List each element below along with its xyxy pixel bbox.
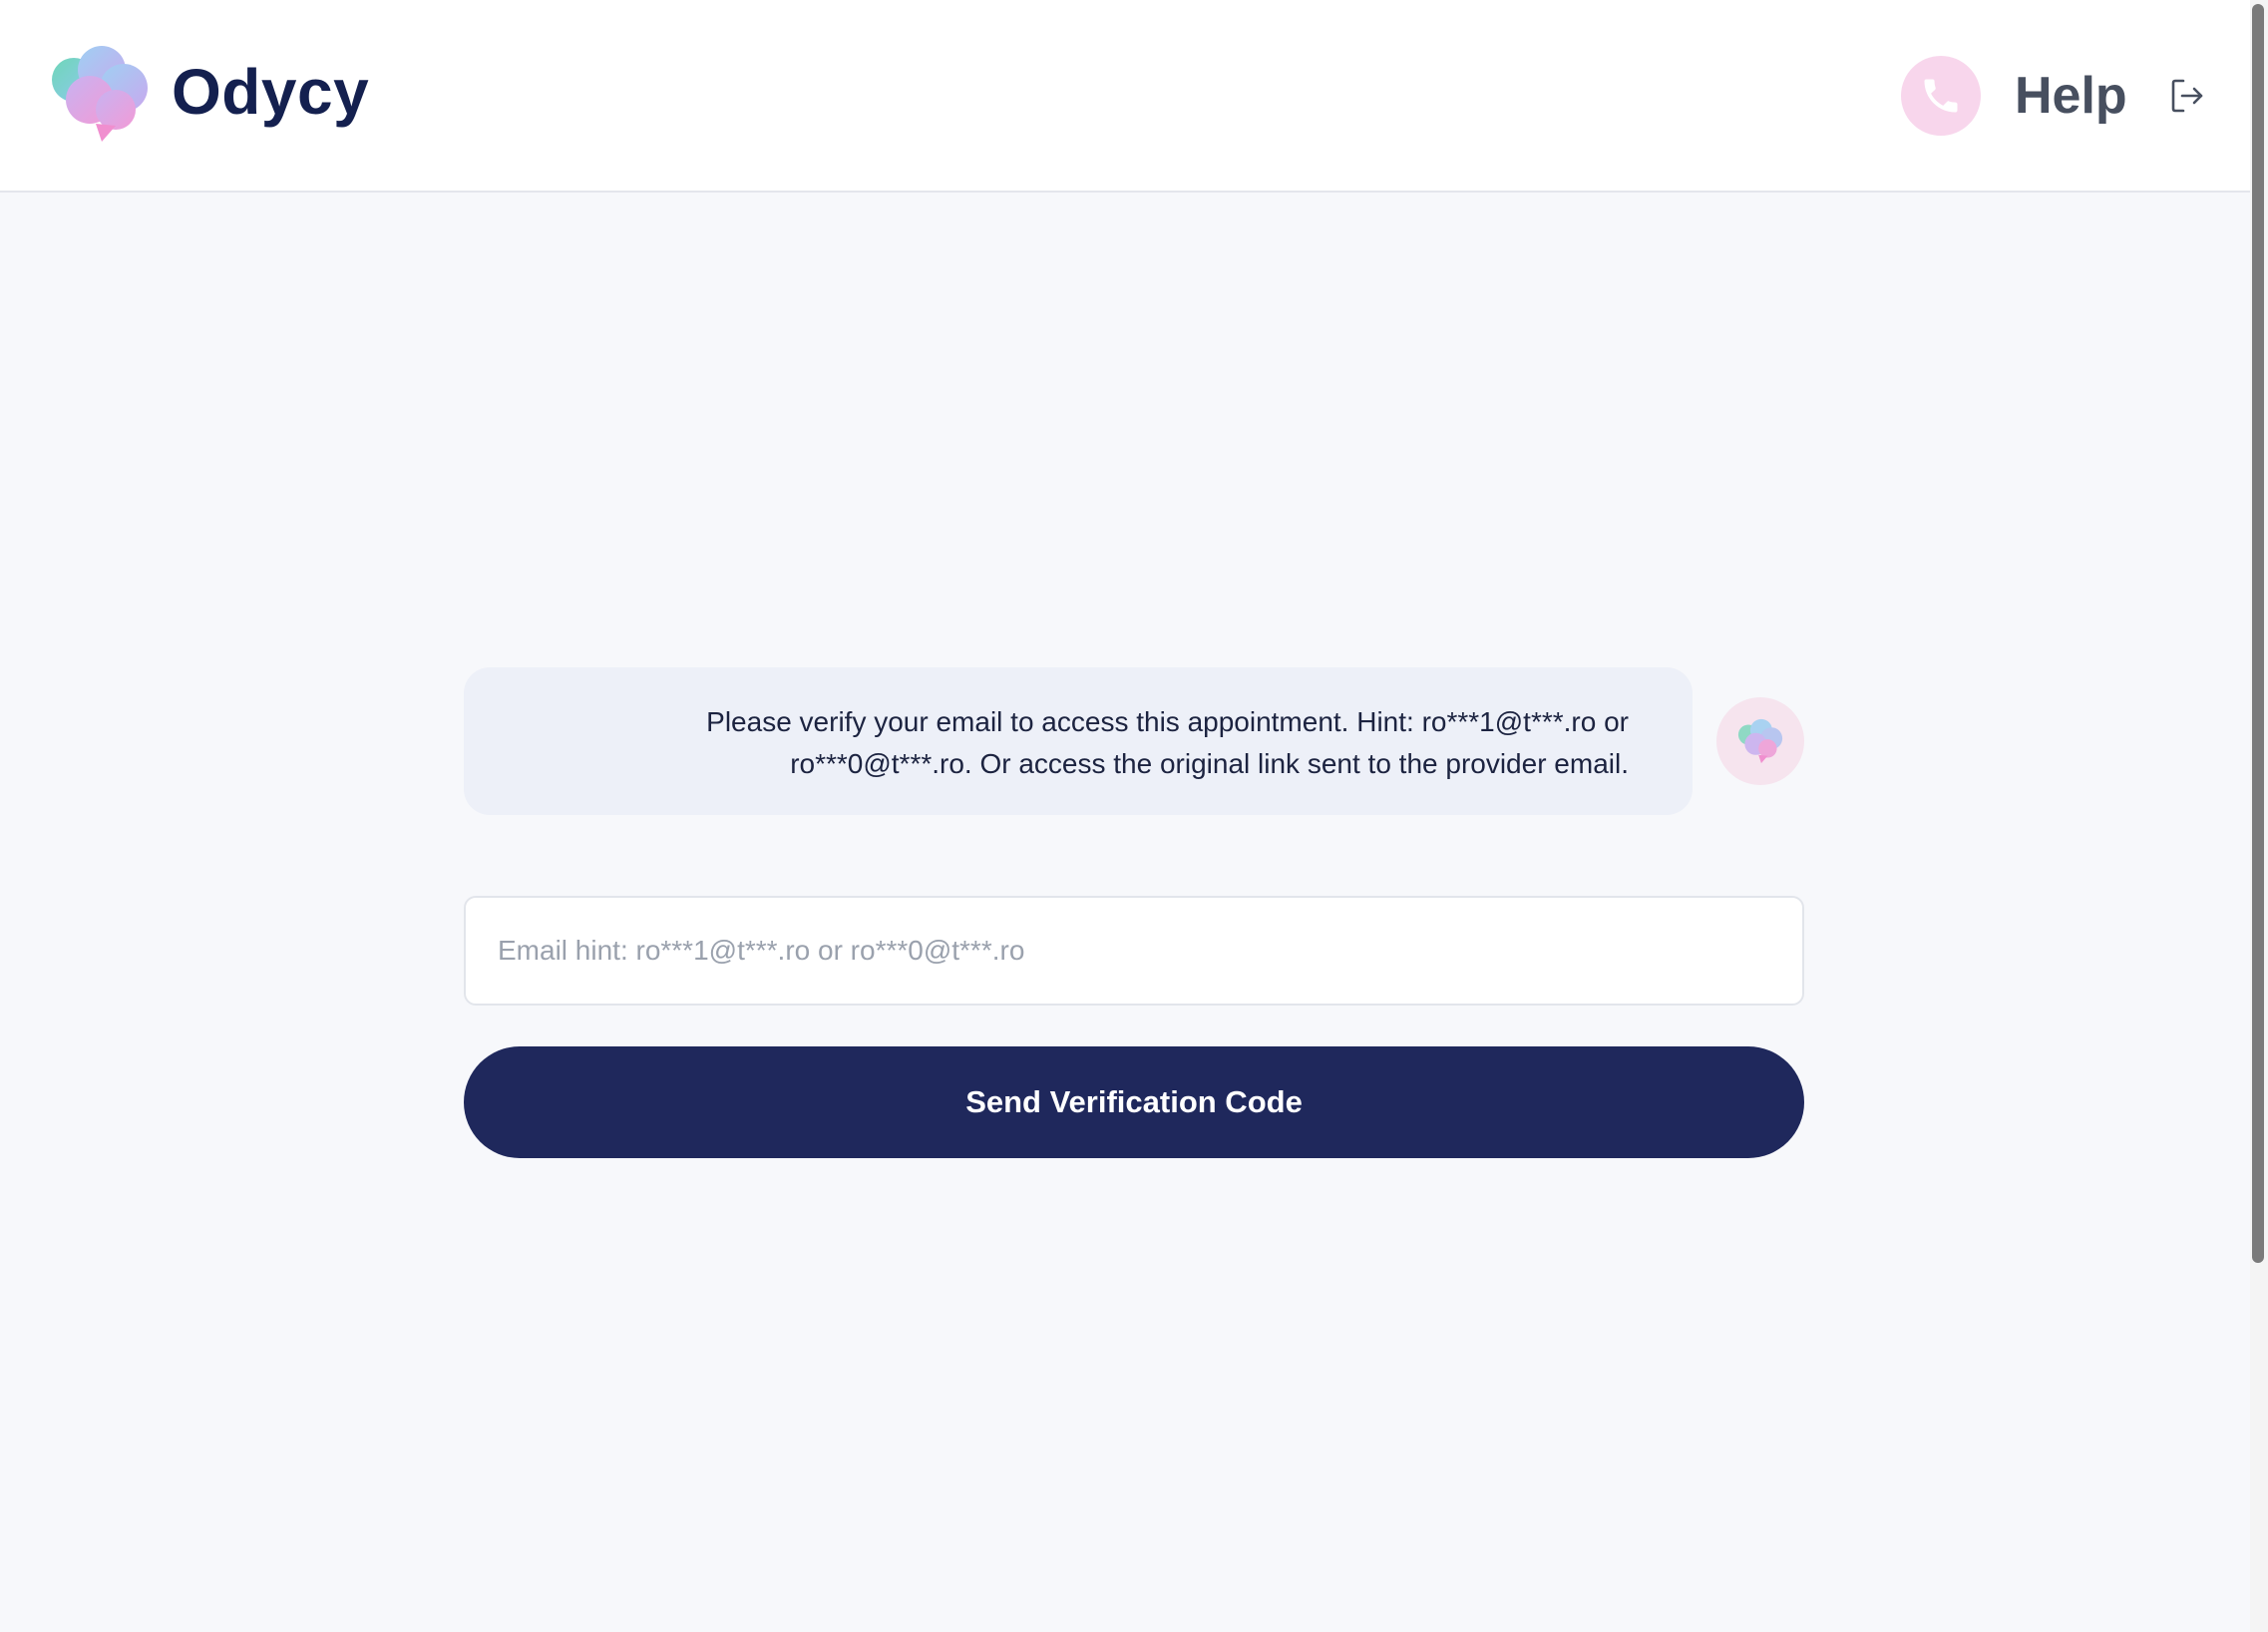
help-label: Help — [2015, 67, 2127, 125]
brain-avatar-icon — [1716, 697, 1804, 785]
brand-name[interactable]: Odycy — [172, 52, 369, 132]
phone-icon — [1901, 56, 1981, 136]
send-verification-code-button[interactable]: Send Verification Code — [464, 1046, 1804, 1158]
verification-message-bubble: Please verify your email to access this … — [464, 667, 1693, 815]
brain-cloud-logo-icon[interactable] — [44, 44, 156, 144]
logout-icon[interactable] — [2170, 78, 2204, 114]
scrollbar-thumb[interactable] — [2252, 4, 2264, 1263]
email-input[interactable] — [464, 896, 1804, 1006]
top-header: Odycy Help — [0, 0, 2250, 193]
verification-message-text: Please verify your email to access this … — [706, 706, 1629, 779]
help-button[interactable]: Help — [1901, 56, 2127, 136]
